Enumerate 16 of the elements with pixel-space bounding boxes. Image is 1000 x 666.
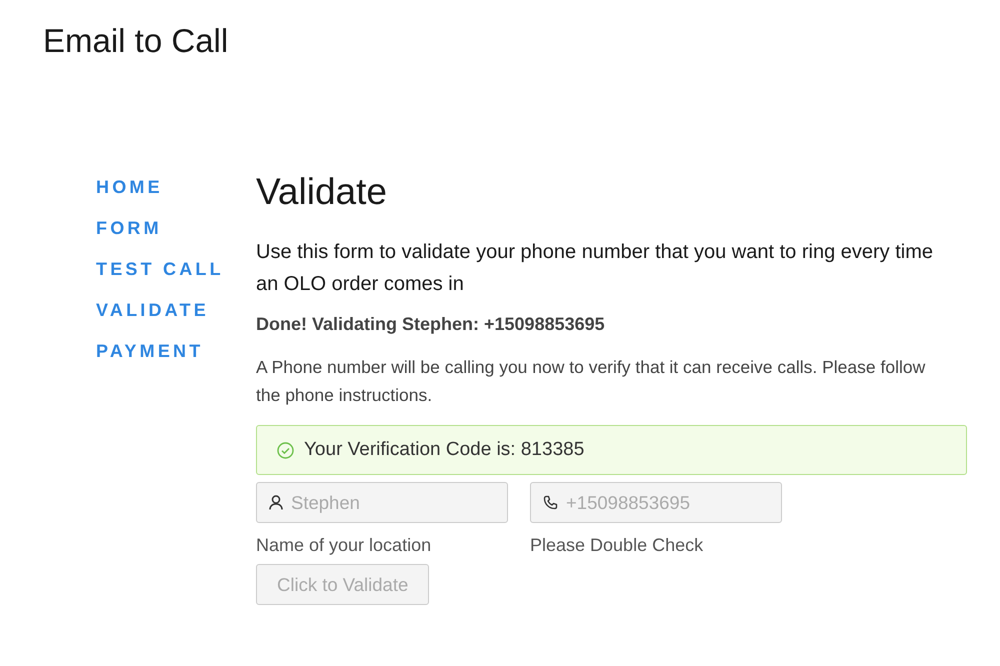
phone-icon bbox=[543, 495, 558, 510]
alert-text: Your Verification Code is: 813385 bbox=[304, 439, 584, 461]
check-circle-icon bbox=[277, 442, 294, 458]
field-label: Name of your location bbox=[256, 535, 432, 556]
nav-link[interactable]: VALIDATE bbox=[96, 299, 209, 321]
status-text: Done! Validating Stephen: +15098853695 bbox=[256, 314, 606, 335]
page-heading: Validate bbox=[256, 170, 388, 214]
nav-link[interactable]: PAYMENT bbox=[96, 340, 204, 362]
nav-link[interactable]: TEST CALL bbox=[96, 258, 224, 280]
nav-link[interactable]: HOME bbox=[96, 176, 163, 198]
site-title: Email to Call bbox=[42, 21, 230, 60]
nav-link[interactable]: FORM bbox=[96, 217, 162, 239]
person-icon bbox=[269, 495, 283, 510]
intro-text: Use this form to validate your phone number that you want to ring every time an OLO order comes in bbox=[256, 240, 934, 297]
description-text: A Phone number will be calling you now to verify that it can receive calls. Please follow the phone instructions. bbox=[256, 356, 926, 407]
field-label: Please Double Check bbox=[530, 535, 704, 556]
